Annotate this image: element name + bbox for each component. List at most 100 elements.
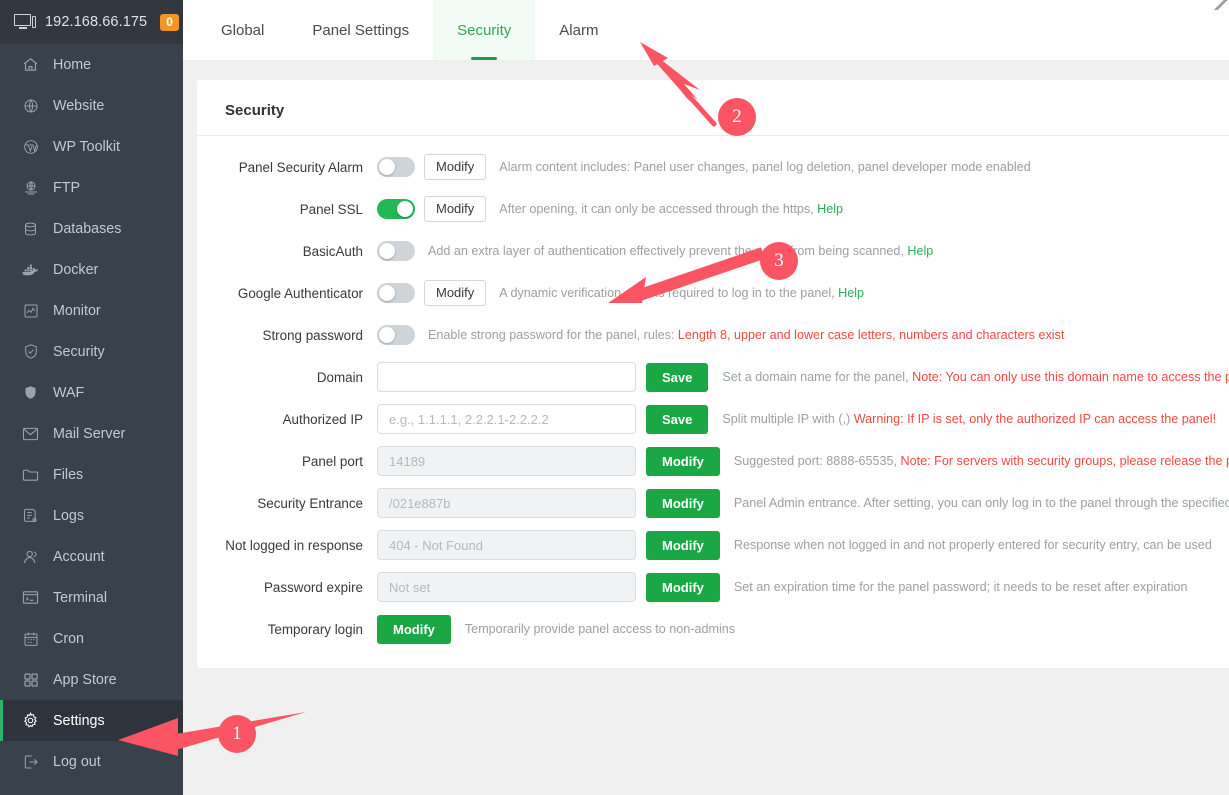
tab-security[interactable]: Security — [433, 0, 536, 60]
strong-password-toggle[interactable] — [377, 325, 415, 345]
not-logged-in-response-modify-button[interactable]: Modify — [646, 530, 720, 560]
panel-port-modify-button[interactable]: Modify — [646, 446, 720, 476]
google-authenticator-modify-button[interactable]: Modify — [424, 280, 487, 306]
authorized-ip-save-button[interactable]: Save — [646, 404, 709, 434]
database-icon — [22, 220, 39, 237]
panel-ssl-modify-button[interactable]: Modify — [424, 196, 487, 222]
authorized-ip-input[interactable] — [377, 404, 636, 434]
sidebar-brand: 192.168.66.175 0 — [0, 0, 183, 44]
sidebar-item-wp-toolkit[interactable]: WP Toolkit — [0, 126, 183, 167]
sidebar-item-label: Cron — [53, 630, 84, 647]
sidebar-item-log-out[interactable]: Log out — [0, 741, 183, 782]
sidebar-item-home[interactable]: Home — [0, 44, 183, 85]
not-logged-in-response-input[interactable] — [377, 530, 636, 560]
row-controls: Enable strong password for the panel, ru… — [377, 325, 1064, 345]
help-link[interactable]: Help — [907, 244, 933, 258]
description-warning: Length 8, upper and lower case letters, … — [677, 328, 1065, 342]
basicauth-toggle[interactable] — [377, 241, 415, 261]
docker-icon — [22, 261, 39, 278]
google-authenticator-toggle[interactable] — [377, 283, 415, 303]
domain-input[interactable] — [377, 362, 636, 392]
tab-label: Panel Settings — [312, 21, 410, 39]
password-expire-modify-button[interactable]: Modify — [646, 572, 720, 602]
sidebar-item-account[interactable]: Account — [0, 536, 183, 577]
row-controls: Modify Panel Admin entrance. After settin… — [377, 488, 1229, 518]
row-label: Password expire — [264, 579, 363, 595]
sidebar-item-cron[interactable]: Cron — [0, 618, 183, 659]
row-label: Not logged in response — [225, 537, 363, 553]
sidebar-item-ftp[interactable]: FTP — [0, 167, 183, 208]
help-link[interactable]: Help — [838, 286, 864, 300]
sidebar-item-logs[interactable]: Logs — [0, 495, 183, 536]
log-icon — [22, 507, 39, 524]
sidebar-item-label: WAF — [53, 384, 85, 401]
page-title: Security — [197, 80, 1229, 136]
password-expire-input[interactable] — [377, 572, 636, 602]
row-description: Add an extra layer of authentication eff… — [428, 244, 933, 258]
row-label: Panel SSL — [299, 201, 363, 217]
description-text: Temporarily provide panel access to non-… — [464, 622, 736, 636]
row-description: A dynamic verification code is required … — [499, 286, 864, 300]
mail-icon — [22, 425, 39, 442]
sidebar-item-waf[interactable]: WAF — [0, 372, 183, 413]
sidebar-item-mail-server[interactable]: Mail Server — [0, 413, 183, 454]
row-description: Enable strong password for the panel, ru… — [428, 328, 1064, 342]
row-description: Split multiple IP with (,) Warning: If I… — [722, 412, 1216, 426]
monitor-icon — [14, 14, 36, 30]
settings-row-panel-security-alarm: Panel Security Alarm Modify Alarm content … — [197, 146, 1229, 188]
toggle-knob — [397, 201, 413, 217]
row-description: Temporarily provide panel access to non-… — [465, 622, 735, 636]
help-link[interactable]: Help — [817, 202, 843, 216]
panel-ssl-toggle[interactable] — [377, 199, 415, 219]
chart-icon — [22, 302, 39, 319]
sidebar-item-label: Logs — [53, 507, 85, 524]
app-root: 192.168.66.175 0 Home Website WP Toolkit FT… — [0, 0, 1229, 795]
sidebar-item-databases[interactable]: Databases — [0, 208, 183, 249]
panel-security-alarm-modify-button[interactable]: Modify — [424, 154, 487, 180]
user-icon — [22, 548, 39, 565]
tab-panel-settings[interactable]: Panel Settings — [288, 0, 433, 60]
row-description: Response when not logged in and not prop… — [734, 538, 1212, 552]
row-controls: Save Split multiple IP with (,) Warning: … — [377, 404, 1216, 434]
row-description: Set an expiration time for the panel pas… — [734, 580, 1188, 594]
sidebar-item-website[interactable]: Website — [0, 85, 183, 126]
settings-row-domain: Domain Save Set a domain name for the pane… — [197, 356, 1229, 398]
description-text: Set an expiration time for the panel pas… — [733, 580, 1188, 594]
row-label: Strong password — [262, 327, 363, 343]
sidebar-item-security[interactable]: Security — [0, 331, 183, 372]
description-text: A dynamic verification code is required … — [499, 286, 835, 300]
security-entrance-input[interactable] — [377, 488, 636, 518]
settings-row-authorized-ip: Authorized IP Save Split multiple IP with … — [197, 398, 1229, 440]
settings-row-panel-port: Panel port Modify Suggested port: 8888-655… — [197, 440, 1229, 482]
domain-save-button[interactable]: Save — [646, 362, 709, 392]
row-label: Panel port — [301, 453, 363, 469]
sidebar-item-terminal[interactable]: Terminal — [0, 577, 183, 618]
sidebar-item-app-store[interactable]: App Store — [0, 659, 183, 700]
sidebar-item-files[interactable]: Files — [0, 454, 183, 495]
sidebar-item-monitor[interactable]: Monitor — [0, 290, 183, 331]
panel-port-input[interactable] — [377, 446, 636, 476]
sidebar-item-label: FTP — [53, 179, 81, 196]
panel-security-alarm-toggle[interactable] — [377, 157, 415, 177]
gear-icon — [22, 712, 39, 729]
settings-row-strong-password: Strong password Enable strong password fo… — [197, 314, 1229, 356]
tab-global[interactable]: Global — [197, 0, 288, 60]
sidebar-item-docker[interactable]: Docker — [0, 249, 183, 290]
row-controls: Modify A dynamic verification code is req… — [377, 280, 864, 306]
sidebar-item-label: Settings — [53, 712, 105, 729]
description-text: Split multiple IP with (,) — [722, 412, 851, 426]
description-text: Response when not logged in and not prop… — [733, 538, 1212, 552]
description-text: Suggested port: 8888-65535, — [733, 454, 898, 468]
security-entrance-modify-button[interactable]: Modify — [646, 488, 720, 518]
sidebar-item-label: Docker — [53, 261, 99, 278]
sidebar-item-settings[interactable]: Settings — [0, 700, 183, 741]
description-warning: Note: For servers with security groups, … — [900, 454, 1229, 468]
tab-alarm[interactable]: Alarm — [535, 0, 622, 60]
temporary-login-modify-button[interactable]: Modify — [377, 614, 451, 644]
description-text: Enable strong password for the panel, ru… — [428, 328, 675, 342]
row-description: Set a domain name for the panel, Note: Y… — [722, 370, 1229, 384]
sidebar-item-label: Databases — [53, 220, 122, 237]
wordpress-icon — [22, 138, 39, 155]
toggle-knob — [379, 285, 395, 301]
row-label: Domain — [316, 369, 363, 385]
